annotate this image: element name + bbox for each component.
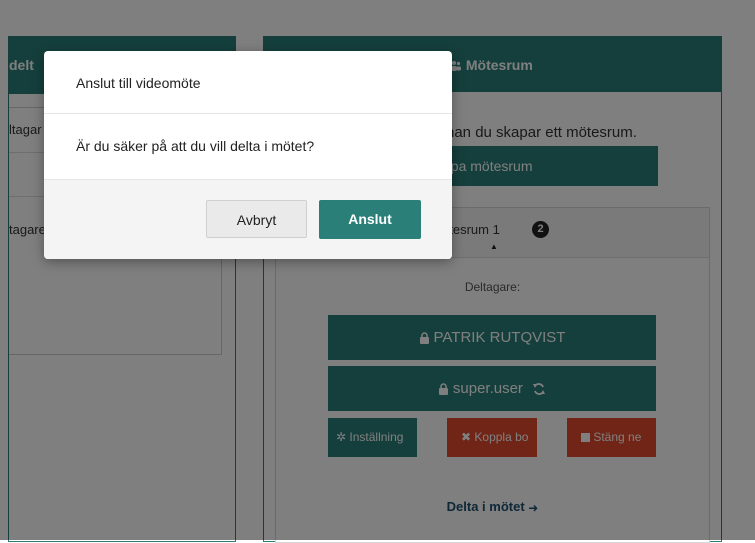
cancel-button[interactable]: Avbryt <box>206 200 307 238</box>
modal-body: Är du säker på att du vill delta i mötet… <box>44 114 452 180</box>
modal-message: Är du säker på att du vill delta i mötet… <box>76 138 315 154</box>
modal-header: Anslut till videomöte <box>44 51 452 114</box>
modal-title: Anslut till videomöte <box>76 75 201 91</box>
connect-button[interactable]: Anslut <box>319 200 421 239</box>
modal-footer: Avbryt Anslut <box>44 180 452 259</box>
join-video-meeting-dialog: Anslut till videomöte Är du säker på att… <box>44 51 452 259</box>
